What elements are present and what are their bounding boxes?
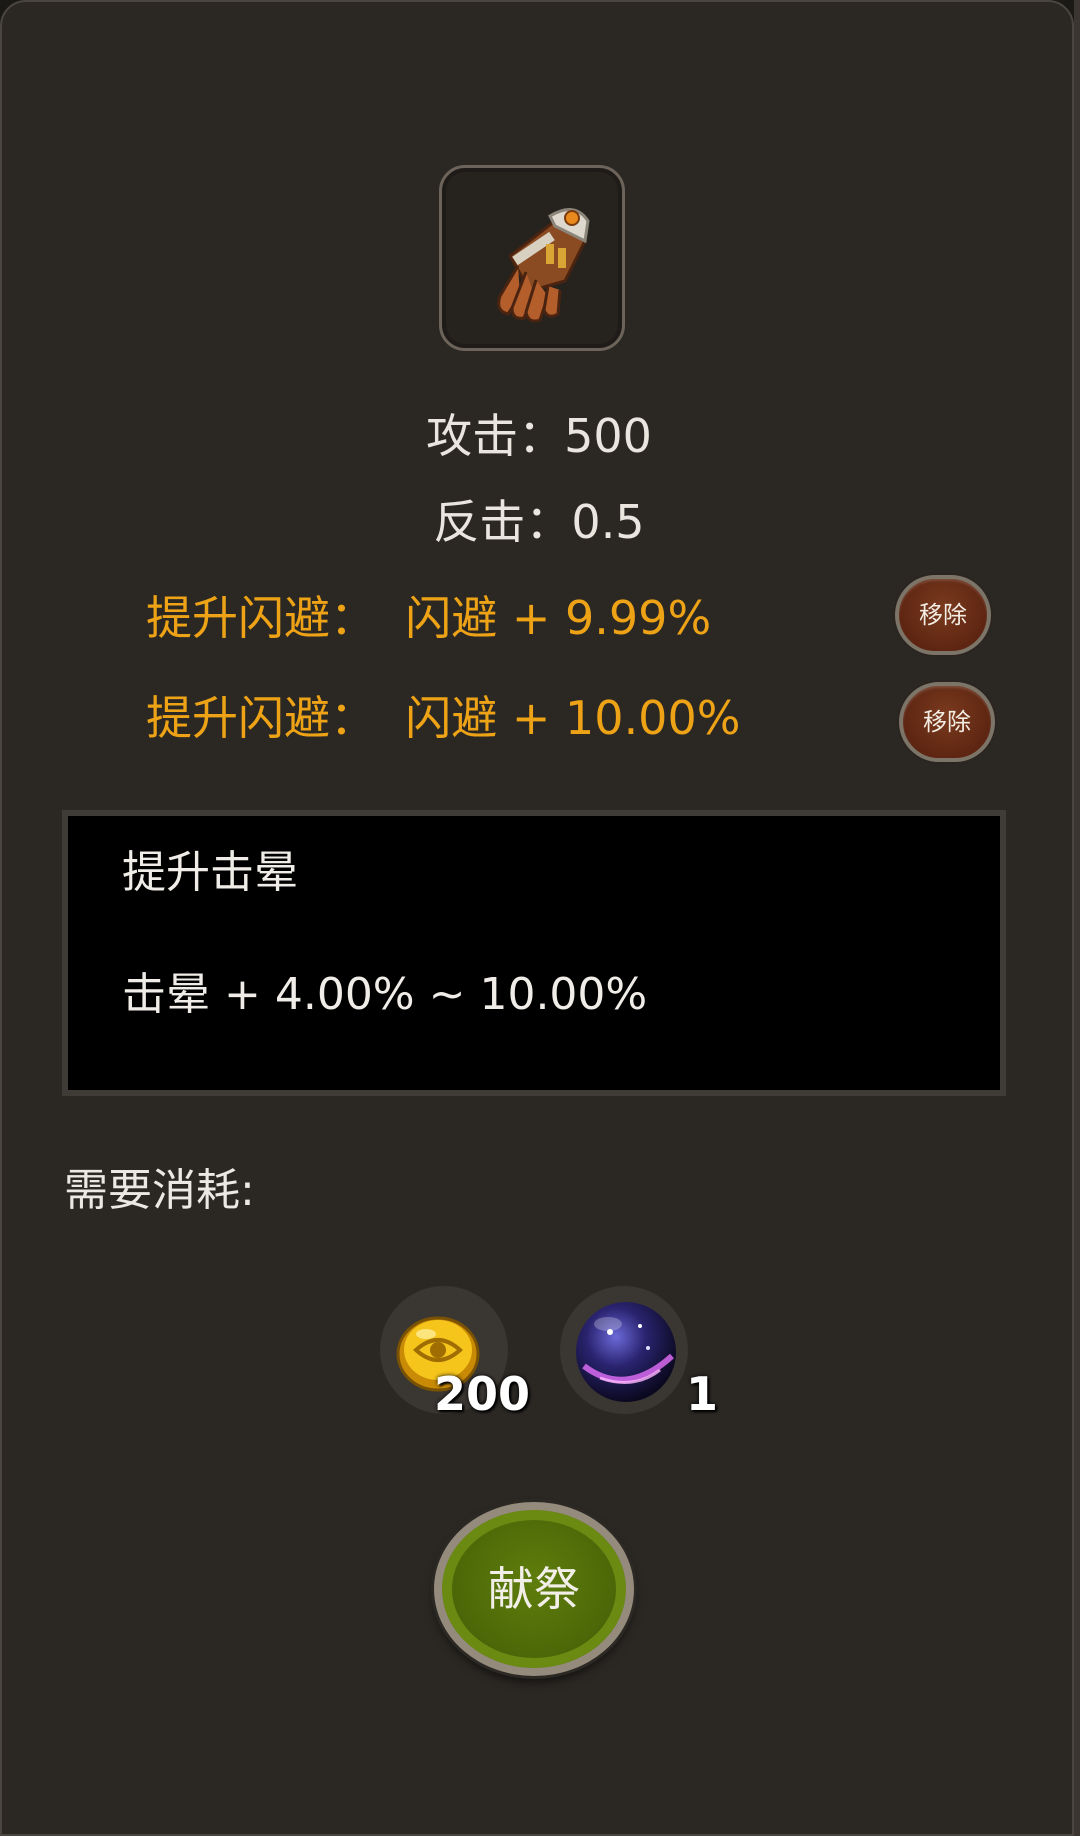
equipment-slot[interactable] bbox=[439, 165, 625, 351]
cost-item-orb bbox=[560, 1286, 688, 1414]
counter-stat: 反击：0.5 bbox=[433, 495, 645, 549]
affix-description-box: 提升击晕 击晕 + 4.00% ~ 10.00% bbox=[62, 810, 1006, 1096]
cost-label: 需要消耗: bbox=[64, 1165, 255, 1216]
remove-affix-button-1[interactable]: 移除 bbox=[895, 575, 991, 655]
leather-gauntlet-icon bbox=[497, 208, 590, 323]
affix-description-title: 提升击晕 bbox=[122, 847, 298, 898]
affix-description-range: 击晕 + 4.00% ~ 10.00% bbox=[122, 969, 648, 1020]
affix-line-dodge-2: 提升闪避： 闪避 + 10.00% bbox=[146, 691, 741, 745]
edge-rail bbox=[1074, 0, 1080, 1836]
sacrifice-button[interactable]: 献祭 bbox=[434, 1502, 634, 1676]
equipment-refine-panel: 攻击：500 反击：0.5 提升闪避： 闪避 + 9.99% 移除 提升闪避： … bbox=[0, 0, 1074, 1836]
remove-affix-button-2[interactable]: 移除 bbox=[899, 682, 995, 762]
orb-quantity: 1 bbox=[686, 1367, 719, 1421]
coin-quantity: 200 bbox=[434, 1367, 531, 1421]
cosmic-orb-icon bbox=[576, 1302, 676, 1402]
affix-line-dodge-1: 提升闪避： 闪避 + 9.99% bbox=[146, 591, 712, 645]
attack-stat: 攻击：500 bbox=[426, 409, 652, 463]
